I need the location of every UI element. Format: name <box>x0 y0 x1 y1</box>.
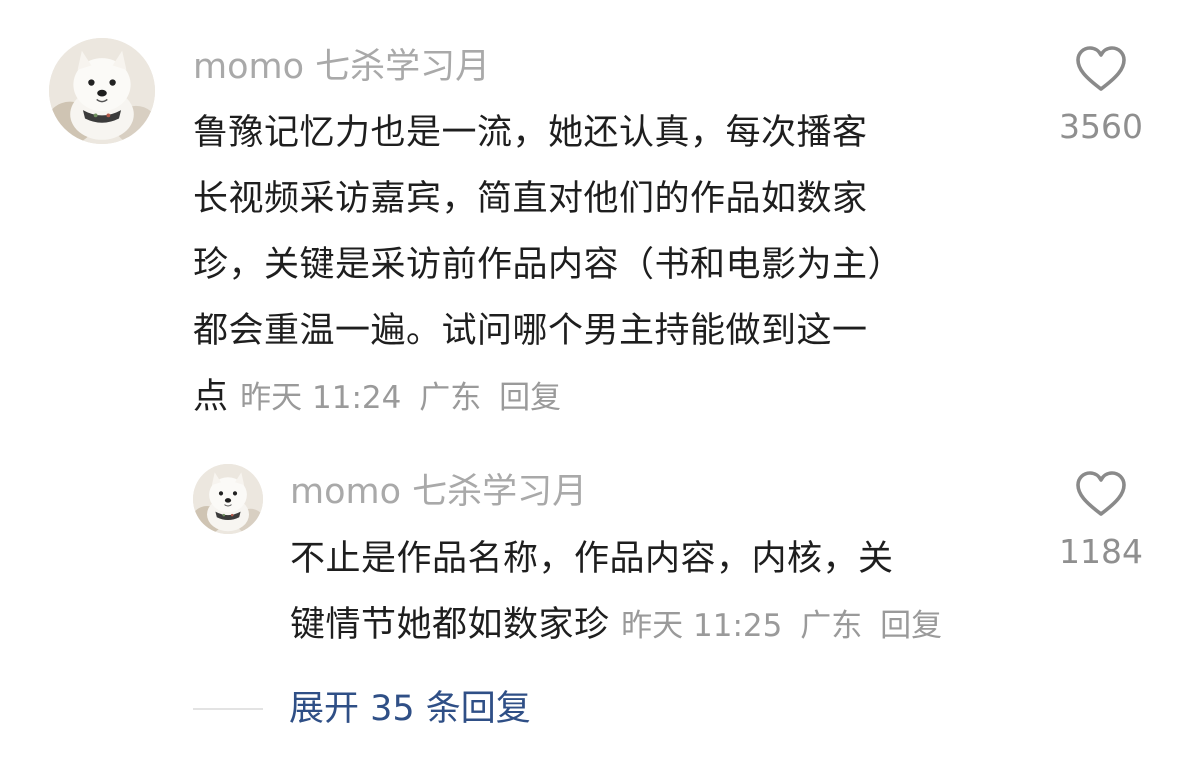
like-count: 1184 <box>1059 532 1143 571</box>
reply-button[interactable]: 回复 <box>499 380 561 416</box>
comment-meta: 昨天 11:24 广东 回复 <box>240 380 569 416</box>
samoyed-avatar-image <box>49 38 155 144</box>
comment-location: 广东 <box>419 380 482 416</box>
samoyed-avatar-image <box>193 464 263 534</box>
comment-text-tail: 键情节她都如数家珍 <box>290 605 610 645</box>
like-button[interactable]: 1184 <box>1054 470 1148 572</box>
reply-button[interactable]: 回复 <box>880 608 942 644</box>
expand-replies-button[interactable]: 展开 35 条回复 <box>289 686 531 732</box>
comment-text-line: 键情节她都如数家珍 昨天 11:25 广东 回复 <box>290 592 950 659</box>
fade-overlay <box>663 686 923 746</box>
comment-location: 广东 <box>800 608 863 644</box>
expand-replies-row: 展开 35 条回复 <box>193 686 923 746</box>
comment-text: 鲁豫记忆力也是一流，她还认真，每次播客 长视频采访嘉宾，简直对他们的作品如数家 … <box>193 100 903 431</box>
comment-time: 昨天 11:25 <box>621 608 783 644</box>
comment-text-tail: 点 <box>193 377 229 417</box>
like-count: 3560 <box>1059 107 1143 146</box>
user-avatar[interactable] <box>193 464 263 534</box>
heart-outline-icon <box>1076 46 1126 91</box>
divider-line <box>193 708 263 710</box>
comment-text-line: 不止是作品名称，作品内容，内核，关 <box>290 539 894 579</box>
comment-username[interactable]: momo 七杀学习月 <box>193 45 490 89</box>
like-button[interactable]: 3560 <box>1054 45 1148 147</box>
comment-text-line: 珍，关键是采访前作品内容（书和电影为主） <box>193 245 904 285</box>
comment-text: 不止是作品名称，作品内容，内核，关 键情节她都如数家珍 昨天 11:25 广东 … <box>290 526 950 659</box>
comment-time: 昨天 11:24 <box>240 380 402 416</box>
comment-text-line: 长视频采访嘉宾，简直对他们的作品如数家 <box>193 179 868 219</box>
comment-meta: 昨天 11:25 广东 回复 <box>621 608 950 644</box>
comment-text-line: 都会重温一遍。试问哪个男主持能做到这一 <box>193 311 868 351</box>
heart-outline-icon <box>1076 471 1126 516</box>
comment-username[interactable]: momo 七杀学习月 <box>290 470 587 514</box>
comment-text-line: 点 昨天 11:24 广东 回复 <box>193 364 903 431</box>
user-avatar[interactable] <box>49 38 155 144</box>
comment-text-line: 鲁豫记忆力也是一流，她还认真，每次播客 <box>193 113 868 153</box>
